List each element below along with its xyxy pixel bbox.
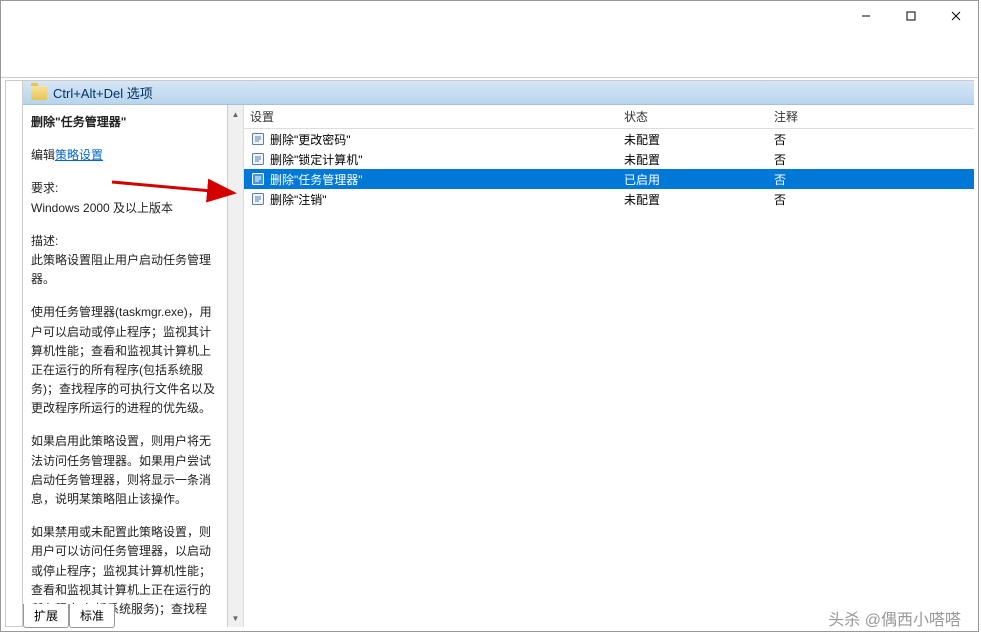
- row-setting-label: 删除"任务管理器": [270, 171, 624, 188]
- scroll-up-icon[interactable]: ▲: [229, 107, 243, 121]
- content-split: 删除"任务管理器" 编辑策略设置 要求: Windows 2000 及以上版本 …: [23, 105, 974, 627]
- row-comment-label: 否: [774, 131, 974, 148]
- policy-title: 删除"任务管理器": [31, 113, 219, 132]
- window-buttons: [843, 2, 978, 30]
- policy-item-icon: [250, 191, 266, 207]
- desc-p1: 此策略设置阻止用户启动任务管理器。: [31, 251, 219, 289]
- requirements: 要求: Windows 2000 及以上版本: [31, 179, 219, 217]
- edit-policy-link[interactable]: 策略设置: [55, 148, 103, 162]
- desc-p2: 使用任务管理器(taskmgr.exe)，用户可以启动或停止程序；监视其计算机性…: [31, 303, 219, 418]
- list-item[interactable]: 删除"更改密码"未配置否: [244, 129, 974, 149]
- policy-item-icon: [250, 131, 266, 147]
- tab-standard[interactable]: 标准: [69, 604, 115, 628]
- row-comment-label: 否: [774, 151, 974, 168]
- req-text: Windows 2000 及以上版本: [31, 199, 219, 218]
- edit-line: 编辑策略设置: [31, 146, 219, 165]
- tree-stub: [5, 80, 23, 627]
- close-button[interactable]: [933, 2, 978, 30]
- content-area: Ctrl+Alt+Del 选项 删除"任务管理器" 编辑策略设置 要求: Win…: [1, 32, 978, 631]
- rows-container: 删除"更改密码"未配置否删除"锁定计算机"未配置否删除"任务管理器"已启用否删除…: [244, 129, 974, 209]
- row-state-label: 未配置: [624, 191, 774, 208]
- description-panel: 删除"任务管理器" 编辑策略设置 要求: Windows 2000 及以上版本 …: [23, 105, 228, 627]
- vscroll-left[interactable]: ▲ ▼: [228, 105, 244, 627]
- row-state-label: 已启用: [624, 171, 774, 188]
- folder-header: Ctrl+Alt+Del 选项: [23, 81, 974, 105]
- row-comment-label: 否: [774, 171, 974, 188]
- edit-prefix: 编辑: [31, 148, 55, 162]
- minimize-button[interactable]: [843, 2, 888, 30]
- list-header: 设置 状态 注释: [244, 105, 974, 129]
- row-setting-label: 删除"锁定计算机": [270, 151, 624, 168]
- list-item[interactable]: 删除"注销"未配置否: [244, 189, 974, 209]
- scroll-down-icon[interactable]: ▼: [229, 611, 243, 625]
- tabs-bar: 扩展 标准: [23, 604, 115, 628]
- detail-panel: Ctrl+Alt+Del 选项 删除"任务管理器" 编辑策略设置 要求: Win…: [23, 80, 974, 627]
- policy-list: ▲ ▼ 设置 状态 注释 删除"更改密码"未配置否删除"锁定计算机"未配置否删除…: [228, 105, 974, 627]
- policy-item-icon: [250, 171, 266, 187]
- col-setting[interactable]: 设置: [244, 108, 624, 125]
- row-comment-label: 否: [774, 191, 974, 208]
- list-item[interactable]: 删除"锁定计算机"未配置否: [244, 149, 974, 169]
- policy-item-icon: [250, 151, 266, 167]
- titlebar: [1, 1, 978, 31]
- window-frame: Ctrl+Alt+Del 选项 删除"任务管理器" 编辑策略设置 要求: Win…: [0, 0, 979, 632]
- desc-p3: 如果启用此策略设置，则用户将无法访问任务管理器。如果用户尝试启动任务管理器，则将…: [31, 432, 219, 509]
- row-setting-label: 删除"更改密码": [270, 131, 624, 148]
- row-state-label: 未配置: [624, 151, 774, 168]
- row-state-label: 未配置: [624, 131, 774, 148]
- maximize-button[interactable]: [888, 2, 933, 30]
- col-state[interactable]: 状态: [624, 108, 774, 125]
- tab-extended[interactable]: 扩展: [23, 604, 69, 628]
- list-item[interactable]: 删除"任务管理器"已启用否: [244, 169, 974, 189]
- req-label: 要求:: [31, 179, 219, 198]
- row-setting-label: 删除"注销": [270, 191, 624, 208]
- folder-icon: [31, 86, 47, 100]
- menubar-area: [1, 32, 978, 78]
- list-body: 设置 状态 注释 删除"更改密码"未配置否删除"锁定计算机"未配置否删除"任务管…: [244, 105, 974, 627]
- description: 描述: 此策略设置阻止用户启动任务管理器。: [31, 232, 219, 290]
- desc-label: 描述:: [31, 232, 219, 251]
- folder-title: Ctrl+Alt+Del 选项: [53, 83, 153, 102]
- col-comment[interactable]: 注释: [774, 108, 974, 125]
- main-panel: Ctrl+Alt+Del 选项 删除"任务管理器" 编辑策略设置 要求: Win…: [5, 80, 974, 627]
